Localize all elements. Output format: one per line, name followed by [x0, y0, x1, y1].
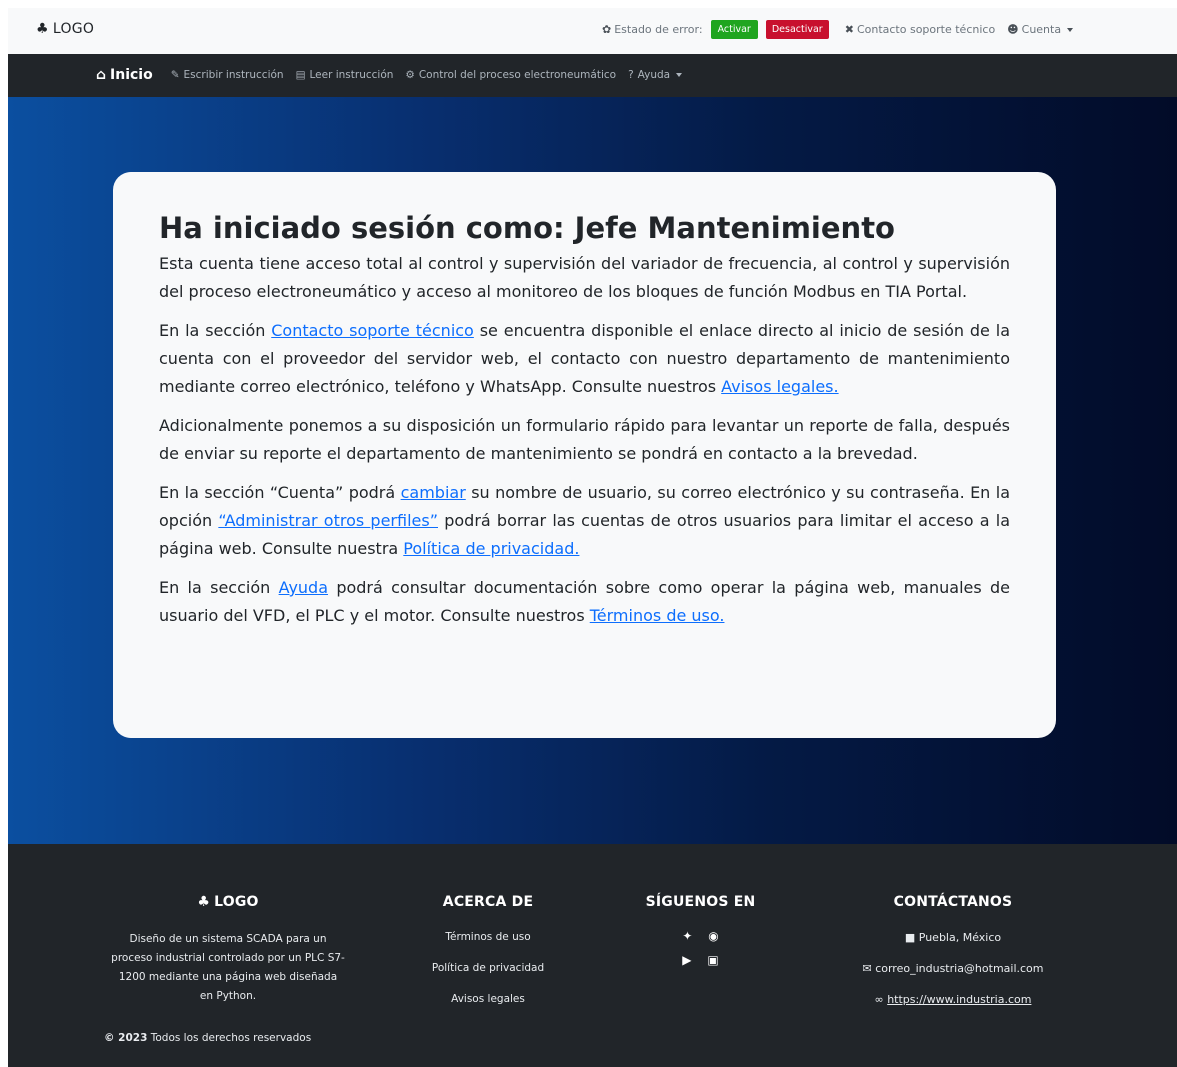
chevron-down-icon: [676, 73, 683, 77]
legal-notices-link[interactable]: Avisos legales.: [721, 377, 838, 396]
building-icon: ■: [904, 931, 916, 944]
footer-legal-link[interactable]: Avisos legales: [408, 984, 568, 1015]
edit-icon: ✎: [170, 69, 180, 81]
change-link[interactable]: cambiar: [401, 483, 466, 502]
footer-acerca-column: ACERCA DE Términos de uso Política de pr…: [408, 894, 568, 1015]
footer-social-column: SÍGUENOS EN ✦ ◉ ▶ ▣: [628, 894, 773, 972]
privacy-policy-link[interactable]: Política de privacidad.: [403, 539, 579, 558]
text: En la sección: [159, 321, 272, 340]
page: ♣ LOGO ✿ Estado de error: Activar Desact…: [8, 8, 1177, 1067]
club-icon: ♣: [197, 894, 211, 910]
account-label: Cuenta: [1021, 23, 1062, 36]
paragraph-access: Esta cuenta tiene acceso total al contro…: [159, 254, 1010, 301]
nav-item-inicio[interactable]: ⌂ Inicio: [96, 67, 153, 83]
nav-item-label: Leer instrucción: [309, 69, 394, 81]
nav-item-leer[interactable]: ▤ Leer instrucción: [296, 69, 394, 81]
copyright-year: © 2023: [104, 1032, 148, 1044]
help-link[interactable]: Ayuda: [279, 578, 328, 597]
nav-item-ayuda[interactable]: ? Ayuda: [628, 69, 683, 81]
nav-item-label: Ayuda: [637, 69, 671, 81]
file-icon: ▤: [295, 69, 306, 81]
main-nav: ⌂ Inicio ✎ Escribir instrucción ▤ Leer i…: [8, 54, 1177, 97]
nav-item-label: Escribir instrucción: [183, 69, 284, 81]
footer-contact-column: CONTÁCTANOS ■ Puebla, México ✉ correo_in…: [838, 894, 1068, 1015]
error-state-label: Estado de error:: [614, 23, 703, 36]
facebook-icon[interactable]: ◉: [708, 924, 718, 948]
chevron-down-icon: [1067, 27, 1074, 32]
website-link[interactable]: https://www.industria.com: [887, 993, 1031, 1006]
youtube-icon[interactable]: ▶: [682, 948, 691, 972]
bug-icon: ✿: [602, 23, 612, 36]
footer: ♣ LOGO Diseño de un sistema SCADA para u…: [8, 844, 1177, 1067]
manage-profiles-link[interactable]: “Administrar otros perfiles”: [218, 511, 438, 530]
gears-icon: ⚙: [405, 69, 415, 81]
terms-of-use-link[interactable]: Términos de uso.: [590, 606, 725, 625]
linkedin-icon[interactable]: ▣: [707, 948, 718, 972]
text: En la sección: [159, 578, 279, 597]
account-dropdown[interactable]: ☻ Cuenta: [1007, 23, 1074, 36]
error-state: ✿ Estado de error:: [602, 23, 703, 36]
paragraph-account: En la sección “Cuenta” podrá cambiar su …: [159, 479, 1010, 563]
copyright-text: Todos los derechos reservados: [147, 1032, 312, 1044]
question-icon: ?: [628, 69, 634, 81]
paragraph-report: Adicionalmente ponemos a su disposición …: [159, 416, 1010, 463]
activate-button[interactable]: Activar: [710, 20, 758, 39]
support-label: Contacto soporte técnico: [856, 23, 996, 36]
user-icon: ☻: [1007, 23, 1019, 36]
footer-contact-title: CONTÁCTANOS: [893, 894, 1013, 910]
footer-description: Diseño de un sistema SCADA para un proce…: [111, 933, 345, 1002]
welcome-card: Ha iniciado sesión como: Jefe Mantenimie…: [113, 172, 1056, 738]
support-link[interactable]: ✖ Contacto soporte técnico: [845, 23, 995, 36]
footer-privacy-link[interactable]: Política de privacidad: [408, 953, 568, 984]
nav-item-label: Control del proceso electroneumático: [418, 69, 617, 81]
footer-about-title: ACERCA DE: [442, 894, 534, 910]
page-title: Ha iniciado sesión como: Jefe Mantenimie…: [159, 211, 895, 245]
nav-item-control[interactable]: ⚙ Control del proceso electroneumático: [405, 69, 616, 81]
footer-email: ✉ correo_industria@hotmail.com: [838, 953, 1068, 984]
copyright: © 2023 Todos los derechos reservados: [104, 1032, 311, 1044]
link-icon: ∞: [874, 993, 884, 1006]
nav-item-label: Inicio: [110, 67, 153, 83]
location-text: Puebla, México: [918, 931, 1002, 944]
footer-terms-link[interactable]: Términos de uso: [408, 922, 568, 953]
footer-website: ∞ https://www.industria.com: [838, 984, 1068, 1015]
support-contact-link[interactable]: Contacto soporte técnico: [271, 321, 474, 340]
email-text: correo_industria@hotmail.com: [875, 962, 1044, 975]
footer-location: ■ Puebla, México: [838, 922, 1068, 953]
text: En la sección “Cuenta” podrá: [159, 483, 401, 502]
club-icon: ♣: [36, 21, 49, 37]
top-bar: ♣ LOGO ✿ Estado de error: Activar Desact…: [8, 8, 1177, 54]
footer-follow-title: SÍGUENOS EN: [645, 894, 756, 910]
footer-about-column: ♣ LOGO Diseño de un sistema SCADA para u…: [111, 894, 345, 1006]
twitter-icon[interactable]: ✦: [682, 924, 692, 948]
hero-section: Ha iniciado sesión como: Jefe Mantenimie…: [8, 97, 1177, 844]
brand-logo[interactable]: ♣ LOGO: [36, 21, 94, 37]
tools-icon: ✖: [844, 23, 854, 36]
mail-icon: ✉: [862, 962, 872, 975]
home-icon: ⌂: [96, 67, 107, 83]
paragraph-help: En la sección Ayuda podrá consultar docu…: [159, 574, 1010, 630]
footer-brand: ♣ LOGO: [111, 894, 345, 910]
footer-brand-label: LOGO: [214, 894, 259, 910]
nav-item-escribir[interactable]: ✎ Escribir instrucción: [171, 69, 284, 81]
top-right-controls: ✿ Estado de error: Activar Desactivar ✖ …: [602, 20, 1074, 39]
deactivate-button[interactable]: Desactivar: [765, 20, 829, 39]
brand-label: LOGO: [52, 21, 95, 37]
paragraph-support: En la sección Contacto soporte técnico s…: [159, 317, 1010, 401]
